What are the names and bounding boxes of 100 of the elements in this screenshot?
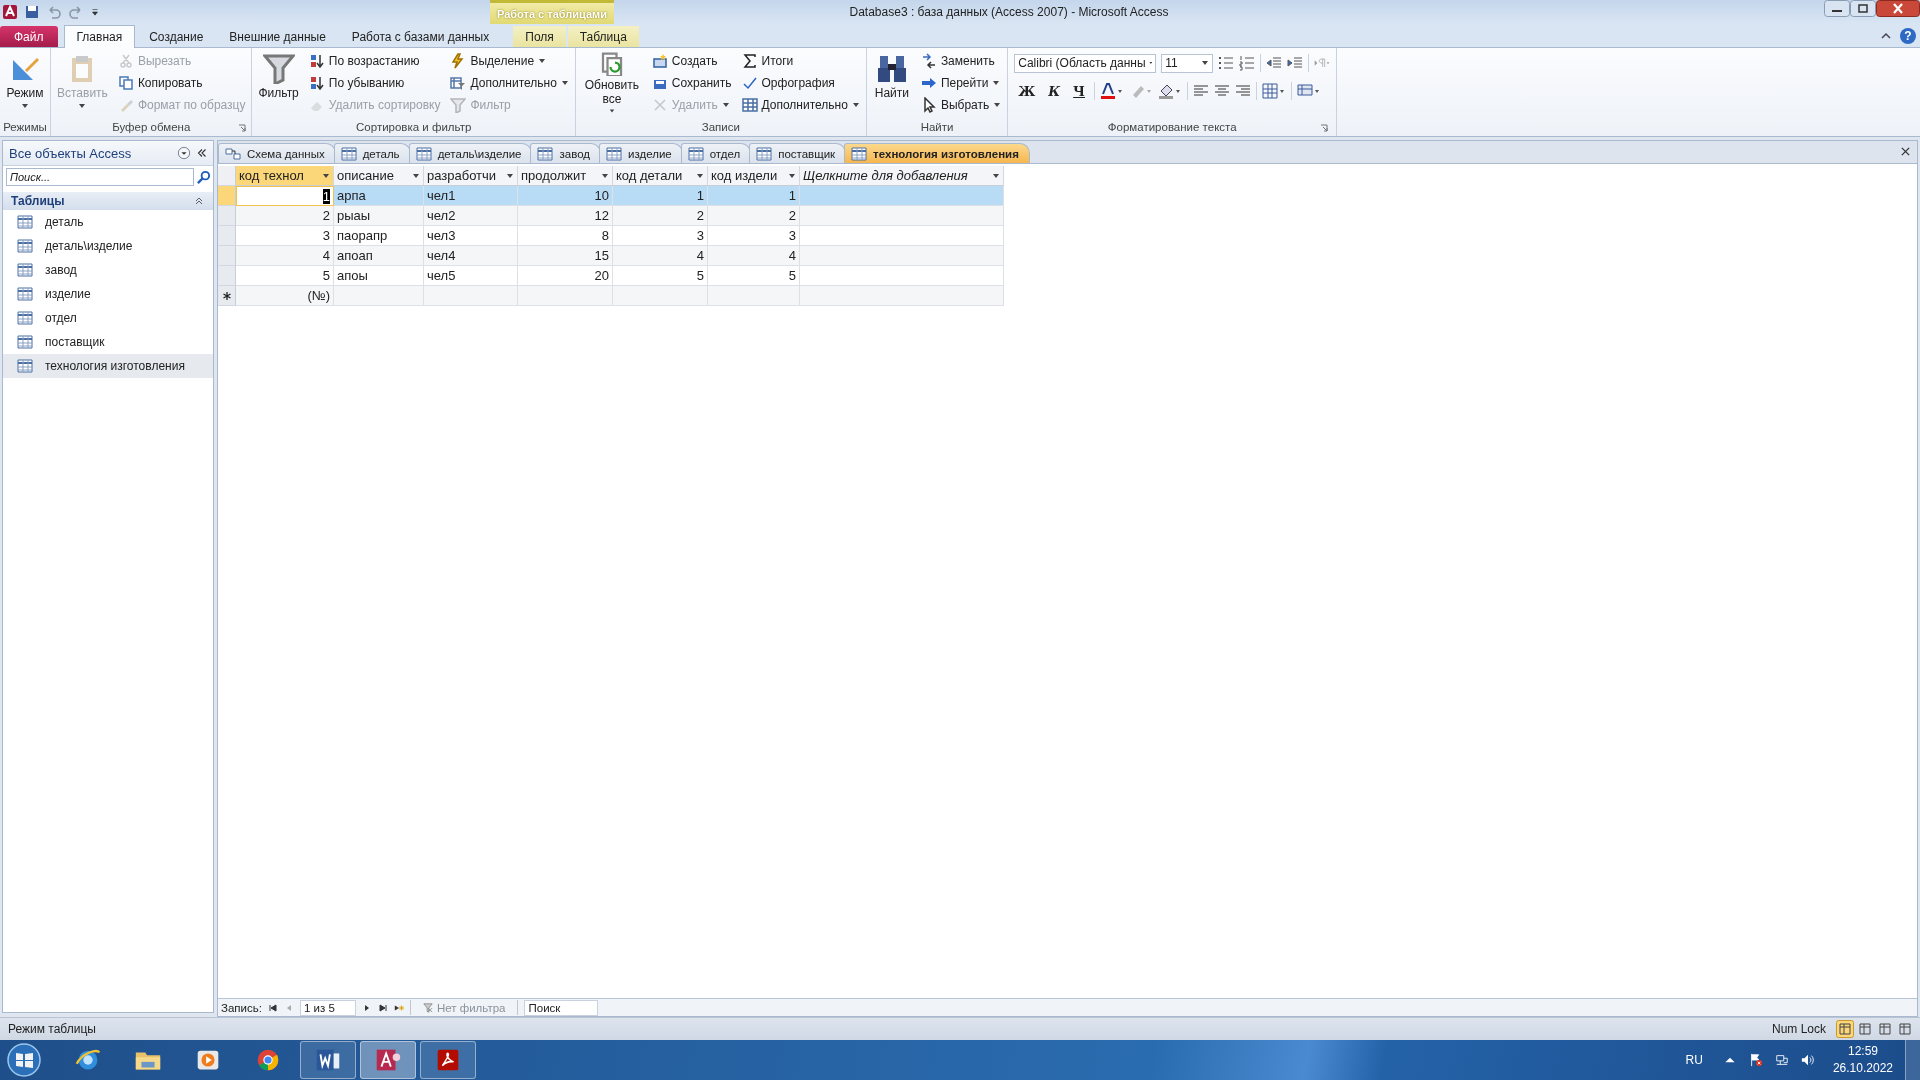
gridlines-icon[interactable] bbox=[1262, 83, 1286, 99]
document-tab[interactable]: деталь bbox=[333, 143, 411, 163]
nav-item[interactable]: отдел bbox=[3, 306, 213, 330]
ribbon-tab[interactable]: Файл bbox=[0, 26, 58, 47]
clock-time[interactable]: 12:59 bbox=[1847, 1043, 1878, 1060]
taskbar-app-button[interactable] bbox=[420, 1041, 476, 1079]
save-icon[interactable] bbox=[24, 4, 40, 20]
document-tab[interactable]: поставщик bbox=[749, 143, 847, 163]
ribbon-button[interactable]: Режим bbox=[3, 50, 47, 116]
ribbon-button[interactable]: Фильтр bbox=[255, 50, 302, 116]
dialog-launcher-icon[interactable] bbox=[238, 124, 247, 132]
relationships-icon bbox=[225, 146, 241, 161]
nav-item[interactable]: завод bbox=[3, 258, 213, 282]
bullet-list-icon[interactable] bbox=[1218, 55, 1235, 71]
group-header[interactable]: Таблицы bbox=[3, 192, 213, 210]
font-color-icon[interactable] bbox=[1100, 83, 1124, 99]
ribbon-button[interactable]: По убыванию bbox=[305, 72, 444, 94]
close-icon[interactable] bbox=[1900, 146, 1911, 157]
decrease-indent-icon[interactable] bbox=[1266, 55, 1283, 71]
document-tab[interactable]: завод bbox=[530, 143, 601, 163]
column-header[interactable]: Щелкните для добавления bbox=[800, 166, 1004, 186]
ribbon-button[interactable]: Найти bbox=[869, 50, 914, 116]
text-style-button[interactable]: Ж bbox=[1014, 83, 1040, 99]
ribbon-button[interactable]: По возрастанию bbox=[305, 50, 444, 72]
view-switch-icon[interactable] bbox=[1876, 1020, 1894, 1038]
column-header[interactable]: код детали bbox=[613, 166, 708, 186]
speaker-icon[interactable] bbox=[1800, 1053, 1815, 1067]
document-tab[interactable]: технология изготовления bbox=[844, 143, 1030, 163]
alternate-row-color-icon[interactable] bbox=[1297, 83, 1321, 99]
last-record-icon[interactable] bbox=[377, 1002, 388, 1013]
language-indicator[interactable]: RU bbox=[1685, 1053, 1703, 1067]
ribbon-button[interactable]: Орфография bbox=[738, 72, 863, 94]
ribbon-tab[interactable]: Поля bbox=[513, 26, 566, 47]
ribbon-tab[interactable]: Внешние данные bbox=[217, 26, 338, 47]
dialog-launcher-icon[interactable] bbox=[1320, 124, 1329, 132]
network-icon[interactable] bbox=[1774, 1053, 1789, 1067]
document-tab[interactable]: деталь\изделие bbox=[408, 143, 533, 163]
text-style-button[interactable]: К bbox=[1044, 83, 1065, 99]
ribbon-button[interactable]: Дополнительно bbox=[447, 72, 572, 94]
start-button[interactable] bbox=[6, 1042, 42, 1078]
ribbon-tab[interactable]: Работа с базами данных bbox=[339, 26, 502, 47]
search-field[interactable]: Поиск... bbox=[6, 168, 194, 186]
nav-item[interactable]: изделие bbox=[3, 282, 213, 306]
taskbar-app-button[interactable] bbox=[300, 1041, 356, 1079]
flag-warning-icon[interactable] bbox=[1748, 1053, 1763, 1067]
collapse-pane-icon[interactable] bbox=[195, 146, 209, 160]
text-style-button[interactable]: Ч bbox=[1069, 83, 1089, 99]
ribbon-button[interactable]: Обновить все bbox=[578, 50, 645, 116]
replace-icon bbox=[920, 53, 937, 69]
align-left-icon[interactable] bbox=[1193, 83, 1209, 99]
increase-indent-icon[interactable] bbox=[1287, 55, 1304, 71]
group-label: Буфер обмена bbox=[112, 121, 191, 133]
align-right-icon[interactable] bbox=[1235, 83, 1251, 99]
view-switch-icon[interactable] bbox=[1896, 1020, 1914, 1038]
clock-date[interactable]: 26.10.2022 bbox=[1832, 1060, 1893, 1077]
maximize-button[interactable] bbox=[1850, 0, 1876, 17]
ribbon-tab[interactable]: Создание bbox=[137, 26, 216, 47]
font-dropdown[interactable]: Calibri (Область данны bbox=[1014, 53, 1157, 73]
close-button[interactable] bbox=[1876, 0, 1920, 17]
search-field[interactable]: Поиск bbox=[524, 999, 599, 1016]
nav-item[interactable]: технология изготовления bbox=[3, 354, 213, 378]
dropdown-circle-icon[interactable] bbox=[177, 146, 191, 160]
ribbon-button[interactable]: Заменить bbox=[917, 50, 1005, 72]
nav-item[interactable]: поставщик bbox=[3, 330, 213, 354]
taskbar-app-button[interactable] bbox=[360, 1041, 416, 1079]
ribbon-button[interactable]: Итоги bbox=[738, 50, 863, 72]
ribbon-button[interactable]: Копировать bbox=[114, 72, 249, 94]
font-size-dropdown[interactable]: 11 bbox=[1161, 53, 1214, 73]
search-icon[interactable] bbox=[196, 169, 211, 185]
document-tab[interactable]: Схема данных bbox=[218, 143, 336, 163]
record-position-field[interactable]: 1 из 5 bbox=[299, 999, 356, 1016]
window-title: Database3 : база данных (Access 2007) - Microsoft Access bbox=[848, 5, 1170, 19]
document-tab[interactable]: изделие bbox=[599, 143, 683, 163]
app-icon[interactable] bbox=[2, 4, 18, 20]
column-header[interactable]: продолжит bbox=[518, 166, 613, 186]
ribbon-button[interactable]: Перейти bbox=[917, 72, 1005, 94]
fill-color-icon[interactable] bbox=[1158, 83, 1182, 99]
nav-item[interactable]: деталь bbox=[3, 210, 213, 234]
ribbon-button[interactable]: Дополнительно bbox=[738, 94, 863, 116]
align-center-icon[interactable] bbox=[1214, 83, 1230, 99]
column-header[interactable]: код издели bbox=[708, 166, 800, 186]
ribbon-button[interactable]: Сохранить bbox=[648, 72, 735, 94]
column-header[interactable]: код технол bbox=[236, 166, 334, 186]
column-header[interactable]: описание bbox=[334, 166, 424, 186]
ribbon-button[interactable]: Выделение bbox=[447, 50, 572, 72]
view-switch-icon[interactable] bbox=[1836, 1020, 1854, 1038]
ribbon-tab[interactable]: Главная bbox=[63, 25, 136, 48]
numbered-list-icon[interactable] bbox=[1239, 55, 1256, 71]
ribbon-tab[interactable]: Таблица bbox=[567, 26, 639, 47]
view-switch-icon[interactable] bbox=[1856, 1020, 1874, 1038]
caret-icon bbox=[788, 171, 796, 180]
table-cell: 3 bbox=[613, 226, 708, 246]
column-header[interactable]: разработчи bbox=[424, 166, 518, 186]
first-record-icon[interactable] bbox=[267, 1002, 278, 1013]
help-button[interactable]: ? bbox=[1900, 28, 1916, 44]
document-tab[interactable]: отдел bbox=[680, 143, 752, 163]
nav-item[interactable]: деталь\изделие bbox=[3, 234, 213, 258]
minimize-button[interactable] bbox=[1824, 0, 1850, 17]
ribbon-button[interactable]: Создать bbox=[648, 50, 735, 72]
ribbon-button[interactable]: Выбрать bbox=[917, 94, 1005, 116]
